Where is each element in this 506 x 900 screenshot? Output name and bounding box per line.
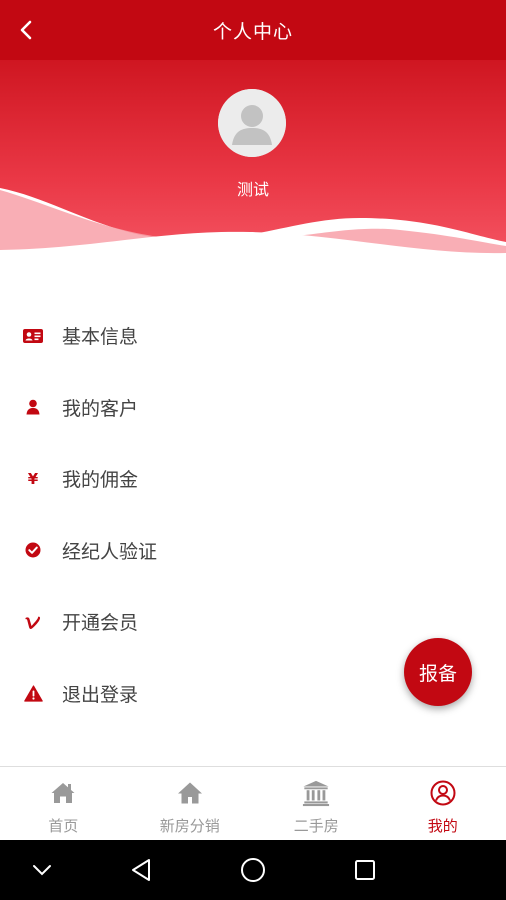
user-circle-icon [429, 779, 457, 807]
header-bar: 个人中心 [0, 0, 506, 60]
person-icon [22, 396, 44, 418]
avatar[interactable] [218, 89, 286, 157]
menu-item-basic-info[interactable]: 基本信息 [0, 300, 506, 372]
menu-item-label: 开通会员 [62, 612, 139, 635]
tab-home[interactable]: 首页 [0, 767, 127, 840]
house-icon [176, 779, 204, 807]
tab-label: 首页 [48, 817, 79, 835]
home-icon [49, 779, 77, 807]
page-title: 个人中心 [212, 20, 293, 43]
menu-item-label: 基本信息 [62, 326, 139, 349]
tab-mine[interactable]: 我的 [380, 767, 506, 840]
bank-icon [302, 779, 330, 807]
vip-v-icon [22, 611, 44, 633]
menu-item-label: 退出登录 [62, 683, 139, 706]
menu-item-my-clients[interactable]: 我的客户 [0, 372, 506, 444]
check-circle-icon [22, 539, 44, 561]
system-nav-bar [0, 840, 506, 900]
report-fab-button[interactable]: 报备 [404, 638, 472, 706]
menu-item-label: 我的客户 [62, 397, 139, 420]
nav-collapse-button[interactable] [27, 855, 57, 885]
username: 测试 [236, 180, 269, 199]
yen-icon: ¥ [27, 469, 39, 488]
menu-item-commission[interactable]: ¥ 我的佣金 [0, 443, 506, 515]
default-user-icon [218, 89, 286, 157]
chevron-down-icon [33, 865, 51, 876]
menu-item-agent-verify[interactable]: 经纪人验证 [0, 515, 506, 587]
profile-banner: 测试 [0, 60, 506, 260]
tab-label: 新房分销 [159, 817, 220, 835]
square-recents-icon [355, 860, 375, 880]
tab-second-hand[interactable]: 二手房 [253, 767, 380, 840]
nav-recents-button[interactable] [350, 855, 380, 885]
warning-icon [22, 682, 44, 704]
bottom-tab-bar: 首页 新房分销 二手房 我的 [0, 766, 506, 840]
back-button[interactable] [10, 14, 42, 46]
id-card-icon [22, 325, 44, 347]
nav-home-button[interactable] [238, 855, 268, 885]
circle-home-icon [241, 858, 265, 882]
chevron-left-icon [20, 20, 32, 40]
tab-label: 二手房 [293, 817, 339, 835]
triangle-back-icon [132, 859, 150, 881]
tab-label: 我的 [427, 817, 458, 835]
nav-back-button[interactable] [126, 855, 156, 885]
tab-new-house[interactable]: 新房分销 [127, 767, 254, 840]
menu-item-label: 经纪人验证 [62, 540, 158, 563]
menu-item-label: 我的佣金 [62, 469, 139, 492]
